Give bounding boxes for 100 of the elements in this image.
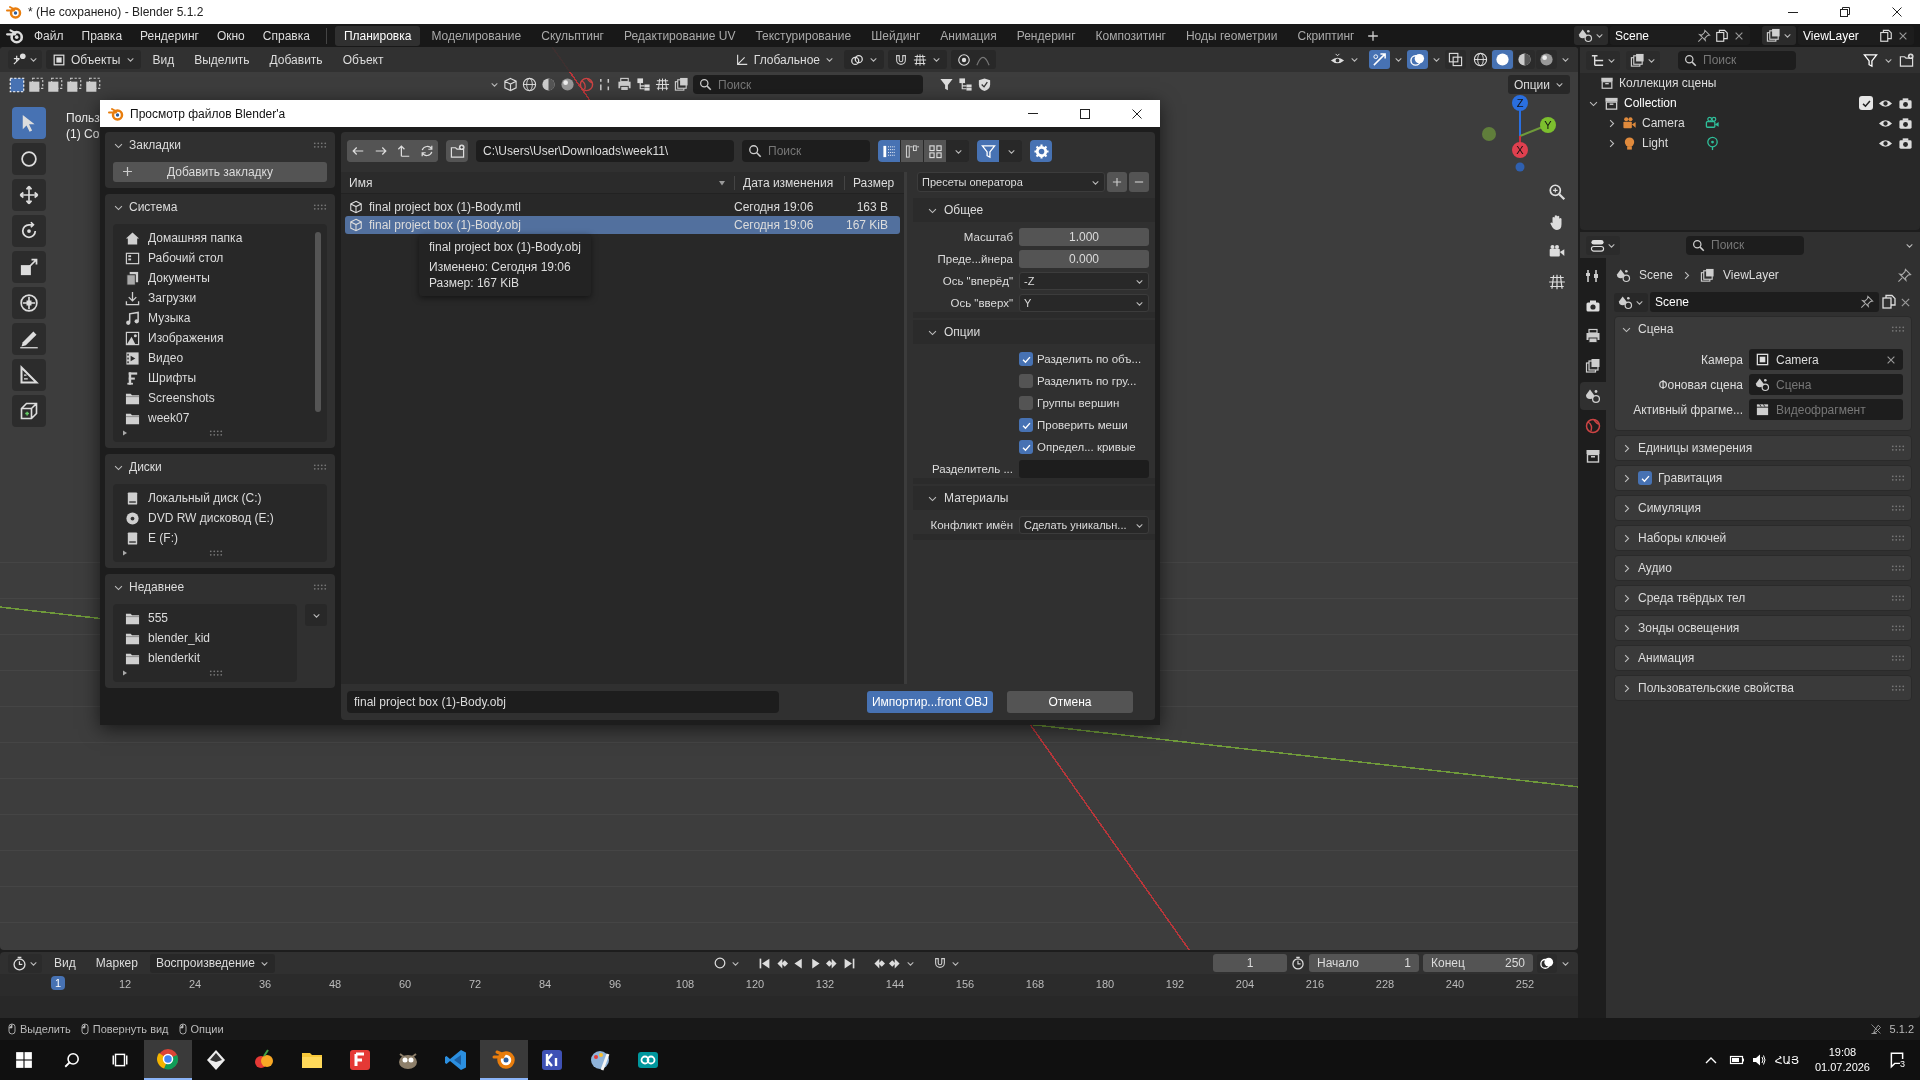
mode-dropdown[interactable]: Объекты: [46, 50, 141, 69]
playhead-frame[interactable]: 1: [51, 976, 66, 990]
sidebar-item[interactable]: Изображения: [113, 328, 327, 348]
clock-time[interactable]: 19:08: [1828, 1045, 1857, 1060]
scene-field[interactable]: Scene: [1610, 26, 1750, 45]
sidebar-item[interactable]: Документы: [113, 268, 327, 288]
panel-title[interactable]: Сцена: [1638, 322, 1674, 336]
sidebar-item[interactable]: Шрифты: [113, 368, 327, 388]
object-field[interactable]: Сцена: [1749, 374, 1903, 395]
sidebar-item[interactable]: blender_kid: [113, 628, 297, 648]
sidebar-item[interactable]: DVD RW дисковод (E:): [113, 508, 327, 528]
column-header[interactable]: Размер: [844, 175, 904, 190]
panel-title[interactable]: Закладки: [129, 138, 181, 152]
menu-item[interactable]: Файл: [26, 25, 72, 46]
column-header[interactable]: Имя: [349, 175, 373, 190]
menu-item[interactable]: Выделить: [186, 49, 258, 70]
menu-item[interactable]: Вид: [144, 49, 183, 70]
sidebar-item[interactable]: Видео: [113, 348, 327, 368]
panel-title[interactable]: Диски: [129, 460, 162, 474]
menu-item[interactable]: Вид: [46, 953, 84, 973]
checkbox-label[interactable]: Группы вершин: [1037, 397, 1120, 409]
workspace-tab[interactable]: Скриптинг: [1288, 25, 1364, 46]
scene-field[interactable]: Scene: [1650, 292, 1879, 312]
dropdown[interactable]: Y: [1019, 294, 1149, 312]
orientation-dropdown[interactable]: Глобальное: [728, 50, 840, 69]
number-field[interactable]: 0.000: [1019, 250, 1149, 268]
cancel-button[interactable]: Отмена: [1007, 691, 1133, 713]
menu-item[interactable]: Рендеринг: [132, 25, 207, 46]
outliner-item[interactable]: Коллекция сцены: [1619, 76, 1717, 90]
filename-field[interactable]: final project box (1)-Body.obj: [347, 691, 779, 713]
axis-ball[interactable]: Z: [1512, 95, 1528, 137]
section-title[interactable]: Общее: [944, 203, 984, 217]
search-field[interactable]: Поиск: [693, 75, 923, 94]
playback-dropdown[interactable]: Воспроизведение: [149, 953, 275, 973]
panel-title[interactable]: Наборы ключей: [1638, 531, 1727, 545]
column-header[interactable]: Дата изменения: [734, 175, 844, 190]
current-frame-field[interactable]: 1: [1213, 954, 1287, 972]
panel-title[interactable]: Среда твёрдых тел: [1638, 591, 1746, 605]
dropdown[interactable]: -Z: [1019, 272, 1149, 290]
menu-item[interactable]: Добавить: [261, 49, 331, 70]
checkbox-label[interactable]: Разделить по гру...: [1037, 375, 1137, 387]
options-dropdown[interactable]: Опции: [1507, 75, 1570, 94]
workspace-tab[interactable]: Скульптинг: [532, 25, 613, 46]
panel-title[interactable]: Анимация: [1638, 651, 1695, 665]
sidebar-item[interactable]: Домашняя папка: [113, 228, 327, 248]
checkbox-label[interactable]: Разделить по объ...: [1037, 353, 1142, 365]
search-field[interactable]: Поиск: [1686, 235, 1804, 255]
sidebar-item[interactable]: Музыка: [113, 308, 327, 328]
outliner-item[interactable]: Collection: [1624, 96, 1677, 110]
panel-title[interactable]: Гравитация: [1658, 471, 1723, 485]
menu-item[interactable]: Правка: [73, 25, 131, 46]
dropdown[interactable]: Сделать уникальн...: [1019, 516, 1149, 534]
axis-ball[interactable]: Y: [1519, 117, 1556, 137]
workspace-tab[interactable]: Планировка: [334, 25, 421, 46]
add-bookmark-button[interactable]: Добавить закладку: [113, 162, 327, 182]
workspace-tab[interactable]: Моделирование: [422, 25, 531, 46]
outliner-item[interactable]: Light: [1642, 136, 1700, 150]
number-field[interactable]: 1.000: [1019, 228, 1149, 246]
presets-dropdown[interactable]: Пресеты оператора: [917, 172, 1105, 192]
menu-item[interactable]: Маркер: [87, 953, 146, 973]
workspace-tab[interactable]: Анимация: [931, 25, 1006, 46]
panel-title[interactable]: Недавнее: [129, 580, 185, 594]
panel-title[interactable]: Пользовательские свойства: [1638, 681, 1794, 695]
workspace-tab[interactable]: Шейдинг: [862, 25, 930, 46]
panel-title[interactable]: Симуляция: [1638, 501, 1702, 515]
clock-date[interactable]: 01.07.2026: [1814, 1060, 1870, 1075]
menu-item[interactable]: Объект: [334, 49, 392, 70]
object-field[interactable]: Видеофрагмент: [1749, 399, 1903, 420]
sidebar-item[interactable]: Screenshots: [113, 388, 327, 408]
sidebar-item[interactable]: 555: [113, 608, 297, 628]
start-frame-field[interactable]: Начало 1: [1309, 954, 1419, 972]
panel-title[interactable]: Единицы измерения: [1638, 441, 1753, 455]
checkbox-label[interactable]: Проверить меши: [1037, 419, 1128, 431]
file-row[interactable]: final project box (1)-Body.obj Сегодня 19:06 167 KiB: [345, 216, 900, 234]
end-frame-field[interactable]: Конец 250: [1423, 954, 1533, 972]
outliner-item[interactable]: Camera: [1642, 116, 1700, 130]
search-field[interactable]: Поиск: [742, 140, 870, 162]
sidebar-item[interactable]: Загрузки: [113, 288, 327, 308]
file-row[interactable]: final project box (1)-Body.mtl Сегодня 19:06 163 B: [345, 198, 900, 216]
checkbox-label[interactable]: Определ... кривые: [1037, 441, 1136, 453]
workspace-tab[interactable]: Текстурирование: [746, 25, 861, 46]
object-field[interactable]: Camera: [1749, 349, 1903, 370]
workspace-tab[interactable]: Редактирование UV: [614, 25, 745, 46]
panel-title[interactable]: Аудио: [1638, 561, 1672, 575]
path-field[interactable]: C:\Users\User\Downloads\week11\: [476, 140, 734, 162]
panel-title[interactable]: Зонды освещения: [1638, 621, 1740, 635]
search-field[interactable]: Поиск: [1678, 50, 1796, 70]
sidebar-item[interactable]: blenderkit: [113, 648, 297, 668]
section-title[interactable]: Материалы: [944, 491, 1009, 505]
workspace-tab[interactable]: Композитинг: [1086, 25, 1175, 46]
panel-title[interactable]: Система: [129, 200, 178, 214]
sidebar-item[interactable]: Локальный диск (C:): [113, 488, 327, 508]
import-button[interactable]: Импортир...front OBJ: [867, 691, 993, 713]
workspace-tab[interactable]: Ноды геометрии: [1176, 25, 1287, 46]
sidebar-item[interactable]: E (F:): [113, 528, 327, 548]
sidebar-item[interactable]: week07: [113, 408, 327, 428]
view-layer-field[interactable]: ViewLayer: [1798, 26, 1914, 45]
menu-item[interactable]: Окно: [208, 25, 253, 46]
workspace-tab[interactable]: Рендеринг: [1007, 25, 1085, 46]
sidebar-item[interactable]: Рабочий стол: [113, 248, 327, 268]
